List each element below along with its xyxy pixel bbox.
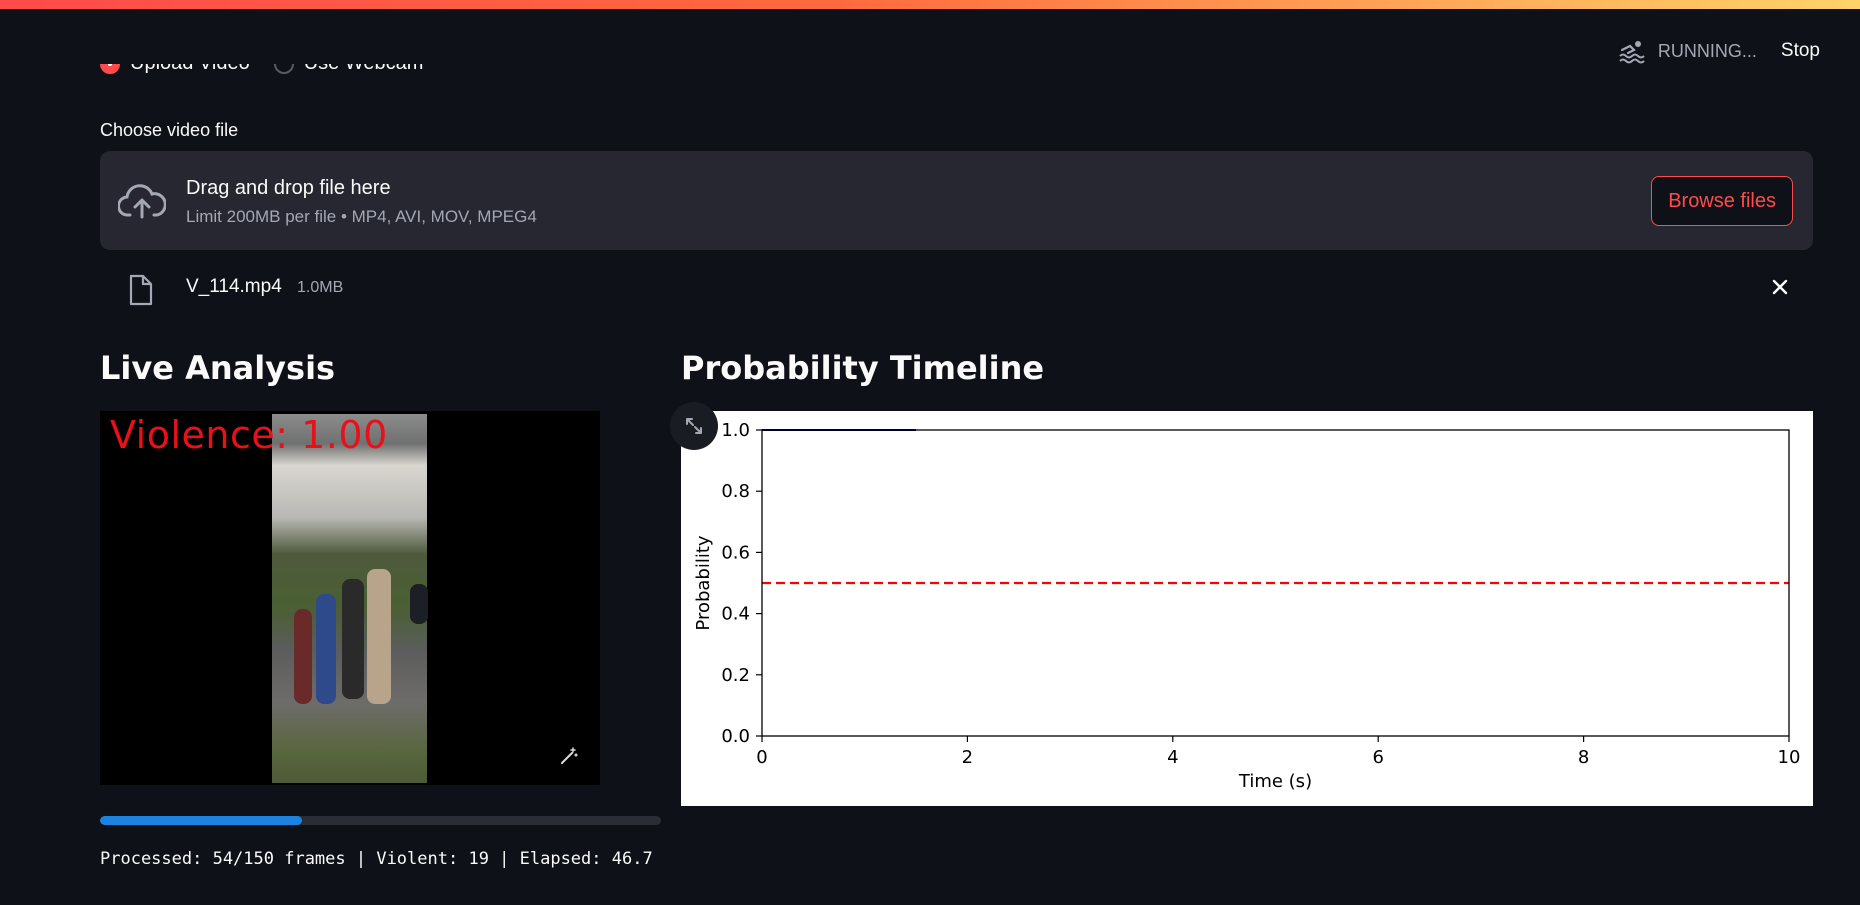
file-dropzone[interactable]: Drag and drop file here Limit 200MB per … bbox=[100, 151, 1813, 250]
y-tick-label: 0.6 bbox=[721, 542, 750, 563]
y-tick-label: 0.8 bbox=[721, 481, 750, 502]
y-tick-label: 1.0 bbox=[721, 420, 750, 441]
running-indicator: RUNNING... bbox=[1618, 38, 1757, 64]
video-image bbox=[272, 414, 428, 783]
chart-svg: 0 2 4 6 8 10 0.0 0.2 0.4 0.6 0.8 1.0 Time (s) Probabi… bbox=[693, 420, 1801, 792]
radio-label: Use Webcam bbox=[304, 64, 424, 75]
x-tick-label: 0 bbox=[756, 747, 767, 768]
running-label: RUNNING... bbox=[1657, 40, 1757, 61]
browse-files-button[interactable]: Browse files bbox=[1651, 176, 1793, 226]
live-analysis-title: Live Analysis bbox=[100, 349, 336, 387]
file-name: V_114.mp4 bbox=[186, 276, 282, 297]
radio-use-webcam[interactable]: Use Webcam bbox=[273, 64, 424, 92]
processed-status-text: Processed: 54/150 frames | Violent: 19 |… bbox=[100, 849, 653, 869]
y-axis-label: Probability bbox=[693, 535, 714, 630]
x-tick-label: 8 bbox=[1578, 747, 1589, 768]
y-tick-label: 0.0 bbox=[721, 726, 750, 747]
uploaded-file-row: V_114.mp4 1.0MB bbox=[100, 268, 1813, 312]
y-tick-label: 0.2 bbox=[721, 665, 750, 686]
video-frame: Violence: 1.00 bbox=[100, 411, 600, 785]
x-axis-label: Time (s) bbox=[1238, 771, 1312, 792]
expand-icon bbox=[686, 418, 702, 434]
swimmer-icon bbox=[1619, 41, 1645, 64]
top-decoration-bar bbox=[0, 0, 1860, 9]
input-source-radio-group: Upload Video Use Webcam bbox=[100, 64, 600, 92]
probability-timeline-title: Probability Timeline bbox=[681, 349, 1045, 387]
expand-chart-button[interactable] bbox=[670, 402, 718, 450]
x-tick-label: 4 bbox=[1167, 747, 1178, 768]
violence-overlay-text: Violence: 1.00 bbox=[110, 413, 388, 457]
uploader-label: Choose video file bbox=[100, 120, 239, 140]
drop-text: Drag and drop file here bbox=[186, 177, 391, 199]
x-tick-label: 2 bbox=[962, 747, 973, 768]
progress-bar bbox=[100, 816, 661, 825]
probability-chart: 0 2 4 6 8 10 0.0 0.2 0.4 0.6 0.8 1.0 Time (s) Probabi… bbox=[681, 411, 1813, 806]
file-size: 1.0MB bbox=[297, 279, 344, 296]
x-tick-label: 10 bbox=[1778, 747, 1801, 768]
limit-text: Limit 200MB per file • MP4, AVI, MOV, MP… bbox=[186, 207, 537, 226]
x-tick-label: 6 bbox=[1372, 747, 1383, 768]
cloud-upload-icon bbox=[118, 184, 166, 219]
radio-unselected-indicator bbox=[273, 64, 294, 74]
magic-wand-icon[interactable] bbox=[560, 747, 578, 765]
file-icon bbox=[129, 274, 153, 306]
stop-button[interactable]: Stop bbox=[1781, 40, 1820, 62]
radio-upload-video[interactable]: Upload Video bbox=[100, 64, 250, 92]
progress-fill bbox=[100, 816, 302, 825]
close-icon[interactable] bbox=[1769, 276, 1791, 298]
y-tick-label: 0.4 bbox=[721, 604, 750, 625]
radio-selected-indicator bbox=[100, 64, 120, 74]
status-widget: RUNNING... Stop bbox=[1618, 38, 1820, 64]
radio-label: Upload Video bbox=[130, 64, 250, 75]
